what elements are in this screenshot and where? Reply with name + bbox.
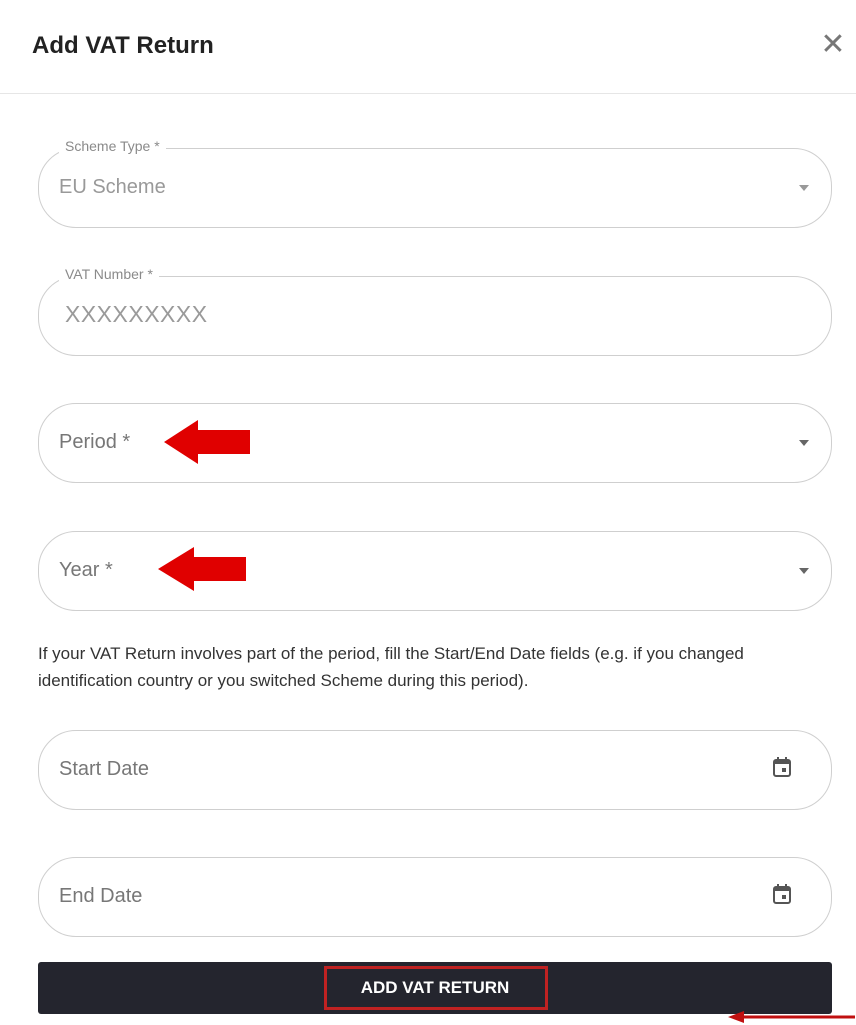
calendar-icon[interactable]: [773, 884, 791, 904]
dialog-title: Add VAT Return: [32, 32, 214, 59]
chevron-down-icon: [799, 185, 809, 191]
scheme-type-value: EU Scheme: [59, 176, 166, 198]
year-label: Year *: [59, 559, 113, 581]
vat-number-label: VAT Number *: [59, 266, 159, 282]
start-date-label: Start Date: [59, 758, 150, 780]
vat-number-value: XXXXXXXXX: [65, 301, 208, 327]
add-vat-return-button[interactable]: ADD VAT RETURN: [38, 962, 832, 1014]
calendar-icon[interactable]: [773, 757, 791, 777]
scheme-type-label: Scheme Type *: [59, 138, 166, 154]
end-date-field[interactable]: End Date: [38, 857, 832, 937]
start-date-field[interactable]: Start Date: [38, 730, 832, 810]
year-select[interactable]: Year *: [38, 531, 832, 611]
period-label: Period *: [59, 431, 131, 453]
chevron-down-icon: [799, 440, 809, 446]
chevron-down-icon: [799, 568, 809, 574]
end-date-label: End Date: [59, 885, 143, 907]
scheme-type-select[interactable]: Scheme Type * EU Scheme: [38, 138, 832, 228]
dialog-header: Add VAT Return ✕: [0, 0, 856, 94]
close-icon[interactable]: ✕: [818, 30, 848, 60]
vat-number-field[interactable]: VAT Number * XXXXXXXXX: [38, 266, 832, 356]
helper-text: If your VAT Return involves part of the …: [38, 644, 744, 690]
period-select[interactable]: Period *: [38, 403, 832, 483]
